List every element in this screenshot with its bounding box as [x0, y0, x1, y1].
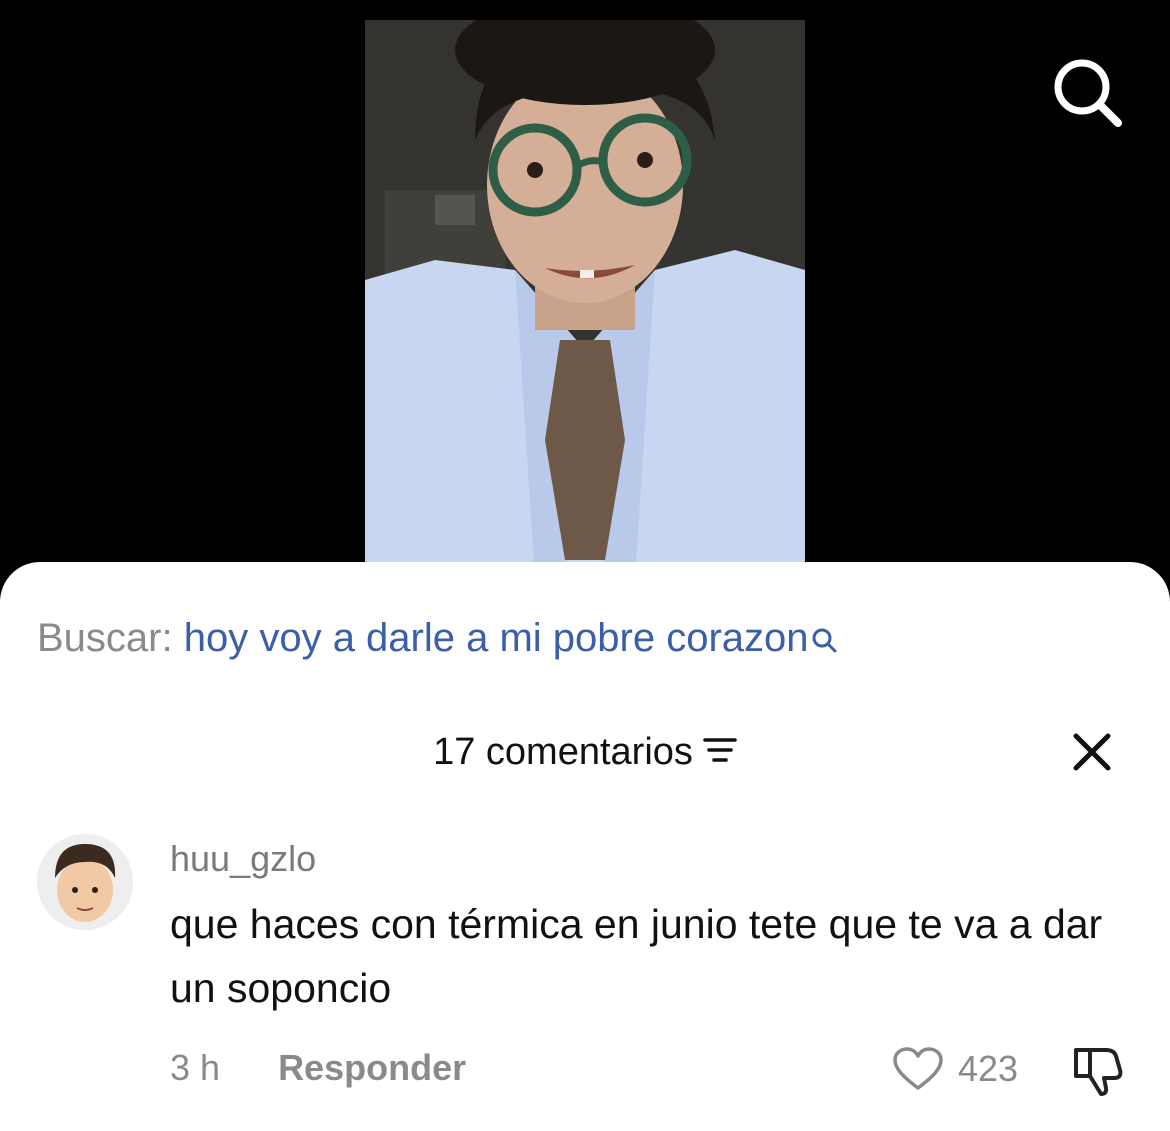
search-suggestion[interactable]: Buscar: hoy voy a darle a mi pobre coraz… — [37, 614, 837, 664]
comments-count: 17 comentarios — [433, 731, 693, 773]
like-count: 423 — [958, 1048, 1019, 1089]
dislike-button[interactable] — [1070, 1044, 1126, 1096]
close-icon[interactable] — [1068, 728, 1116, 776]
search-icon — [1054, 59, 1122, 127]
video-player[interactable] — [365, 20, 805, 580]
video-area[interactable] — [0, 0, 1170, 600]
comments-sheet: Buscar: hoy voy a darle a mi pobre coraz… — [0, 562, 1170, 1131]
search-button[interactable] — [1050, 55, 1126, 131]
sort-icon[interactable] — [703, 730, 737, 774]
comment-text: que haces con térmica en junio tete que … — [170, 901, 1103, 1011]
search-icon[interactable] — [811, 616, 837, 664]
reply-button[interactable]: Responder — [278, 1046, 466, 1090]
comment-username[interactable]: huu_gzlo — [170, 838, 316, 880]
comments-header: 17 comentarios — [0, 730, 1170, 774]
search-query-link[interactable]: hoy voy a darle a mi pobre corazon — [184, 616, 809, 660]
comment-time: 3 h — [170, 1047, 221, 1088]
comment-meta: 3 h Responder — [170, 1046, 466, 1090]
search-label: Buscar: — [37, 616, 173, 660]
thumbs-down-icon — [1074, 1048, 1123, 1096]
heart-icon — [893, 1047, 943, 1090]
video-frame-image — [365, 20, 805, 580]
avatar[interactable] — [37, 834, 133, 930]
like-button[interactable]: 423 — [892, 1046, 1018, 1092]
